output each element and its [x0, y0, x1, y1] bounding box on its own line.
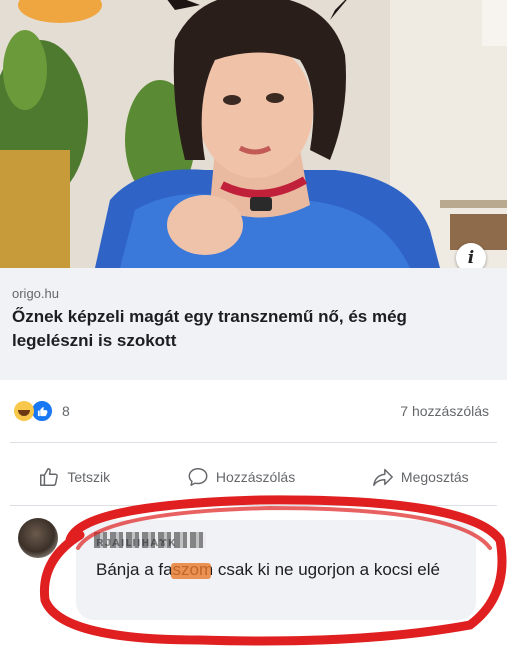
comment-text: Bánja a faszom csak ki ne ugorjon a kocs…: [96, 560, 440, 579]
comment-button[interactable]: Hozzászólás: [187, 466, 295, 488]
info-icon[interactable]: i: [456, 243, 486, 268]
divider: [10, 442, 497, 443]
thumbs-up-icon: [40, 468, 59, 486]
comment-bubble-icon: [188, 468, 208, 486]
haha-reaction-icon: [14, 401, 34, 421]
post-action-bar: Tetszik Hozzászólás Megosztás: [0, 457, 507, 497]
like-button[interactable]: Tetszik: [38, 466, 110, 488]
like-label: Tetszik: [67, 469, 111, 485]
comment-label: Hozzászólás: [215, 469, 296, 485]
divider: [10, 505, 497, 506]
reactions-summary[interactable]: 8: [14, 398, 70, 424]
link-domain: origo.hu: [12, 286, 59, 301]
share-arrow-icon: [373, 468, 393, 486]
share-button[interactable]: Megosztás: [372, 466, 469, 488]
share-label: Megosztás: [400, 469, 469, 485]
censor-scribble: [171, 563, 211, 579]
link-headline[interactable]: Őznek képzeli magát egy transznemű nő, é…: [12, 305, 482, 353]
reaction-count: 8: [62, 403, 70, 419]
link-preview-image[interactable]: i: [0, 0, 507, 268]
comment-author-name[interactable]: ʀᴊᴀıʟııʜᴀɤᴋ: [96, 534, 176, 549]
commenter-avatar[interactable]: [18, 518, 58, 558]
comments-count-link[interactable]: 7 hozzászólás: [400, 403, 489, 419]
